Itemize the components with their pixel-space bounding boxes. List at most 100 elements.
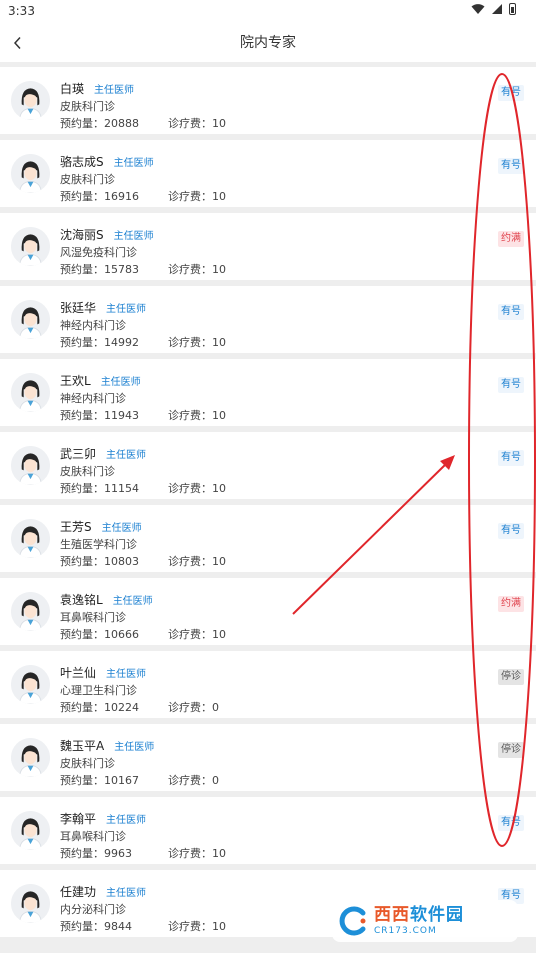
status-bar: 3:33 <box>0 0 536 24</box>
doctor-department: 神经内科门诊 <box>60 319 126 332</box>
consult-fee: 诊疗费：10 <box>168 117 226 130</box>
doctor-name: 袁逸铭L <box>60 593 103 607</box>
doctor-department: 耳鼻喉科门诊 <box>60 830 126 843</box>
doctor-department: 皮肤科门诊 <box>60 100 115 113</box>
doctor-title-badge: 主任医师 <box>113 231 154 242</box>
booking-count: 预约量：15783 <box>60 263 139 276</box>
doctor-name: 叶兰仙 <box>60 666 97 680</box>
doctor-name-line: 骆志成S 主任医师 <box>60 153 154 170</box>
consult-fee: 诊疗费：10 <box>168 409 226 422</box>
doctor-title-badge: 主任医师 <box>112 596 153 607</box>
availability-badge[interactable]: 有号 <box>498 815 524 831</box>
doctor-title-badge: 主任医师 <box>106 815 147 826</box>
doctor-name-line: 叶兰仙 主任医师 <box>60 664 146 681</box>
consult-fee: 诊疗费：10 <box>168 263 226 276</box>
doctor-stats: 预约量：16916 诊疗费：10 <box>60 188 226 204</box>
availability-badge[interactable]: 有号 <box>498 523 524 539</box>
consult-fee: 诊疗费：10 <box>168 847 226 860</box>
availability-badge[interactable]: 约满 <box>498 596 524 612</box>
doctor-list: 白瑛 主任医师 皮肤科门诊 预约量：20888 诊疗费：10 有号 骆志成S 主任医… <box>0 62 536 953</box>
doctor-name-line: 王欢L 主任医师 <box>60 372 141 389</box>
watermark-logo: 西西软件园 CR173.COM <box>332 900 518 942</box>
doctor-name: 任建功 <box>60 885 97 899</box>
doctor-name: 张廷华 <box>60 301 97 315</box>
doctor-row[interactable]: 王芳S 主任医师 生殖医学科门诊 预约量：10803 诊疗费：10 有号 <box>0 505 536 572</box>
app-header: 院内专家 <box>0 24 536 62</box>
doctor-name-line: 李翰平 主任医师 <box>60 810 146 827</box>
booking-count: 预约量：10666 <box>60 628 139 641</box>
doctor-avatar-icon <box>11 373 50 412</box>
doctor-name: 王欢L <box>60 374 91 388</box>
doctor-stats: 预约量：11943 诊疗费：10 <box>60 407 226 423</box>
doctor-department: 生殖医学科门诊 <box>60 538 137 551</box>
doctor-row[interactable]: 白瑛 主任医师 皮肤科门诊 预约量：20888 诊疗费：10 有号 <box>0 67 536 134</box>
doctor-department: 风湿免疫科门诊 <box>60 246 137 259</box>
availability-badge[interactable]: 有号 <box>498 304 524 320</box>
doctor-title-badge: 主任医师 <box>106 304 147 315</box>
doctor-avatar-icon <box>11 665 50 704</box>
availability-badge[interactable]: 有号 <box>498 377 524 393</box>
doctor-name-line: 白瑛 主任医师 <box>60 80 134 97</box>
doctor-row[interactable]: 张廷华 主任医师 神经内科门诊 预约量：14992 诊疗费：10 有号 <box>0 286 536 353</box>
doctor-title-badge: 主任医师 <box>101 523 142 534</box>
availability-badge[interactable]: 有号 <box>498 85 524 101</box>
doctor-name: 李翰平 <box>60 812 97 826</box>
doctor-name-line: 任建功 主任医师 <box>60 883 146 900</box>
doctor-avatar-icon <box>11 227 50 266</box>
watermark-c-icon <box>339 906 366 936</box>
page-title: 院内专家 <box>240 35 296 51</box>
doctor-department: 皮肤科门诊 <box>60 757 115 770</box>
doctor-title-badge: 主任医师 <box>94 85 135 96</box>
watermark-text: 西西软件园 <box>374 904 464 925</box>
availability-badge[interactable]: 有号 <box>498 158 524 174</box>
doctor-department: 神经内科门诊 <box>60 392 126 405</box>
doctor-title-badge: 主任医师 <box>106 669 147 680</box>
doctor-stats: 预约量：10224 诊疗费：0 <box>60 699 219 715</box>
consult-fee: 诊疗费：10 <box>168 190 226 203</box>
doctor-stats: 预约量：10803 诊疗费：10 <box>60 553 226 569</box>
doctor-stats: 预约量：9963 诊疗费：10 <box>60 845 226 861</box>
doctor-name-line: 沈海丽S 主任医师 <box>60 226 154 243</box>
booking-count: 预约量：11943 <box>60 409 139 422</box>
doctor-name-line: 武三卯 主任医师 <box>60 445 146 462</box>
watermark-subtext: CR173.COM <box>374 925 437 936</box>
availability-badge[interactable]: 约满 <box>498 231 524 247</box>
doctor-department: 心理卫生科门诊 <box>60 684 137 697</box>
doctor-stats: 预约量：9844 诊疗费：10 <box>60 918 226 934</box>
booking-count: 预约量：9963 <box>60 847 132 860</box>
booking-count: 预约量：10167 <box>60 774 139 787</box>
doctor-row[interactable]: 袁逸铭L 主任医师 耳鼻喉科门诊 预约量：10666 诊疗费：10 约满 <box>0 578 536 645</box>
consult-fee: 诊疗费：0 <box>168 774 219 787</box>
doctor-department: 皮肤科门诊 <box>60 173 115 186</box>
doctor-row[interactable]: 李翰平 主任医师 耳鼻喉科门诊 预约量：9963 诊疗费：10 有号 <box>0 797 536 864</box>
doctor-name: 魏玉平A <box>60 739 105 753</box>
battery-icon <box>509 3 516 15</box>
doctor-avatar-icon <box>11 81 50 120</box>
doctor-title-badge: 主任医师 <box>106 450 147 461</box>
doctor-name: 武三卯 <box>60 447 97 461</box>
doctor-stats: 预约量：14992 诊疗费：10 <box>60 334 226 350</box>
doctor-row[interactable]: 叶兰仙 主任医师 心理卫生科门诊 预约量：10224 诊疗费：0 停诊 <box>0 651 536 718</box>
doctor-row[interactable]: 沈海丽S 主任医师 风湿免疫科门诊 预约量：15783 诊疗费：10 约满 <box>0 213 536 280</box>
doctor-stats: 预约量：20888 诊疗费：10 <box>60 115 226 131</box>
doctor-stats: 预约量：10167 诊疗费：0 <box>60 772 219 788</box>
wifi-icon <box>471 4 485 14</box>
doctor-name: 王芳S <box>60 520 92 534</box>
doctor-row[interactable]: 武三卯 主任医师 皮肤科门诊 预约量：11154 诊疗费：10 有号 <box>0 432 536 499</box>
availability-badge[interactable]: 有号 <box>498 450 524 466</box>
doctor-row[interactable]: 骆志成S 主任医师 皮肤科门诊 预约量：16916 诊疗费：10 有号 <box>0 140 536 207</box>
doctor-row[interactable]: 魏玉平A 主任医师 皮肤科门诊 预约量：10167 诊疗费：0 停诊 <box>0 724 536 791</box>
doctor-stats: 预约量：11154 诊疗费：10 <box>60 480 226 496</box>
doctor-avatar-icon <box>11 154 50 193</box>
booking-count: 预约量：10803 <box>60 555 139 568</box>
doctor-title-badge: 主任医师 <box>106 888 147 899</box>
availability-badge[interactable]: 停诊 <box>498 669 524 685</box>
doctor-avatar-icon <box>11 592 50 631</box>
booking-count: 预约量：14992 <box>60 336 139 349</box>
doctor-name: 沈海丽S <box>60 228 104 242</box>
booking-count: 预约量：10224 <box>60 701 139 714</box>
availability-badge[interactable]: 停诊 <box>498 742 524 758</box>
doctor-row[interactable]: 王欢L 主任医师 神经内科门诊 预约量：11943 诊疗费：10 有号 <box>0 359 536 426</box>
booking-count: 预约量：20888 <box>60 117 139 130</box>
doctor-name-line: 袁逸铭L 主任医师 <box>60 591 153 608</box>
